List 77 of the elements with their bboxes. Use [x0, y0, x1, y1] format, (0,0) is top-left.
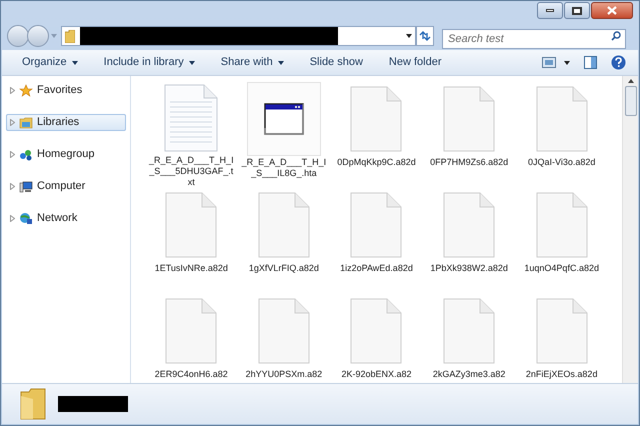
- file-name: 2ER9C4onH6.a82: [154, 369, 229, 380]
- preview-pane-icon[interactable]: [584, 56, 597, 69]
- libraries-icon: [19, 116, 33, 130]
- file-name: 1uqnO4PqfC.a82d: [523, 263, 600, 274]
- blank-document-icon: [350, 298, 402, 364]
- blank-document-icon: [443, 86, 496, 152]
- caret-icon: [188, 60, 195, 64]
- file-name: _R_E_A_D___T_H_I_S___IL8G_.hta: [240, 157, 327, 179]
- caret-icon: [564, 60, 570, 64]
- sidebar-item[interactable]: Libraries: [6, 114, 126, 131]
- toolbar-button[interactable]: New folder: [380, 52, 450, 74]
- file-name: 0DpMqKkp9C.a82d: [336, 157, 417, 168]
- toolbar-button[interactable]: Share with: [212, 52, 292, 74]
- file-name: 2K-92obENX.a82: [340, 369, 413, 380]
- close-button[interactable]: [591, 2, 633, 19]
- blank-document-icon: [350, 192, 402, 258]
- blank-document-icon: [165, 192, 218, 258]
- sidebar-item[interactable]: Computer: [6, 178, 126, 195]
- toolbar-button[interactable]: Include in library: [96, 52, 203, 74]
- scrollbar[interactable]: [622, 76, 638, 383]
- view-options-button[interactable]: [542, 57, 570, 68]
- blank-document-icon: [536, 86, 588, 152]
- sidebar-item[interactable]: Network: [6, 210, 126, 227]
- view-icon: [542, 57, 556, 68]
- expand-arrow-icon[interactable]: [10, 119, 15, 126]
- maximize-button[interactable]: [564, 2, 590, 19]
- help-icon[interactable]: [611, 55, 626, 70]
- text-document-icon: [164, 84, 218, 152]
- expand-arrow-icon[interactable]: [10, 151, 15, 158]
- file-name: 1iz2oPAwEd.a82d: [339, 263, 414, 274]
- refresh-icon: [419, 31, 431, 41]
- scroll-thumb[interactable]: [624, 86, 636, 116]
- file-name: 2kGAZy3me3.a82: [432, 369, 506, 380]
- blank-document-icon: [258, 298, 310, 364]
- blank-document-icon: [443, 192, 496, 258]
- forward-button[interactable]: [27, 25, 49, 47]
- search-field[interactable]: Search test: [442, 29, 626, 49]
- file-name: _R_E_A_D___T_H_I_S___5DHU3GAF_.txt: [148, 155, 234, 188]
- search-icon: [611, 31, 621, 41]
- redaction-block: [58, 396, 128, 412]
- refresh-button[interactable]: [416, 26, 434, 46]
- blank-document-icon: [165, 298, 218, 364]
- blank-document-icon: [536, 192, 588, 258]
- blank-document-icon: [536, 298, 588, 364]
- sidebar-item[interactable]: Homegroup: [6, 146, 126, 163]
- application-window-icon: [264, 103, 304, 135]
- sidebar-item[interactable]: Favorites: [6, 82, 126, 99]
- address-bar[interactable]: [61, 26, 416, 46]
- folder-icon: [20, 388, 46, 420]
- close-icon: [607, 6, 617, 15]
- caret-icon: [278, 60, 284, 64]
- network-icon: [19, 212, 33, 226]
- toolbar-button[interactable]: Organize: [14, 52, 86, 74]
- file-name: 0FP7HM9Zs6.a82d: [429, 157, 510, 168]
- file-name: 2hYYU0PSXm.a82: [244, 369, 324, 380]
- folder-icon: [65, 30, 75, 42]
- blank-document-icon: [443, 298, 496, 364]
- blank-document-icon: [350, 86, 402, 152]
- scroll-up-arrow-icon[interactable]: [628, 79, 634, 83]
- homegroup-icon: [19, 148, 33, 162]
- blank-document-icon: [258, 192, 310, 258]
- computer-icon: [19, 180, 33, 194]
- toolbar-button[interactable]: Slide show: [302, 52, 371, 74]
- file-item[interactable]: [246, 82, 321, 156]
- caret-icon[interactable]: [406, 34, 412, 38]
- file-name: 1PbXk938W2.a82d: [429, 263, 509, 274]
- favorites-icon: [19, 84, 33, 98]
- expand-arrow-icon[interactable]: [10, 87, 15, 94]
- expand-arrow-icon[interactable]: [10, 183, 15, 190]
- back-button[interactable]: [7, 25, 29, 47]
- file-name: 1gXfVLrFIQ.a82d: [248, 263, 320, 274]
- file-name: 0JQaI-Vi3o.a82d: [526, 157, 596, 168]
- caret-icon: [72, 60, 78, 64]
- minimize-button[interactable]: [537, 2, 563, 19]
- expand-arrow-icon[interactable]: [10, 215, 15, 222]
- file-name: 1ETusIvNRe.a82d: [154, 263, 229, 274]
- file-name: 2nFiEjXEOs.a82d: [524, 369, 598, 380]
